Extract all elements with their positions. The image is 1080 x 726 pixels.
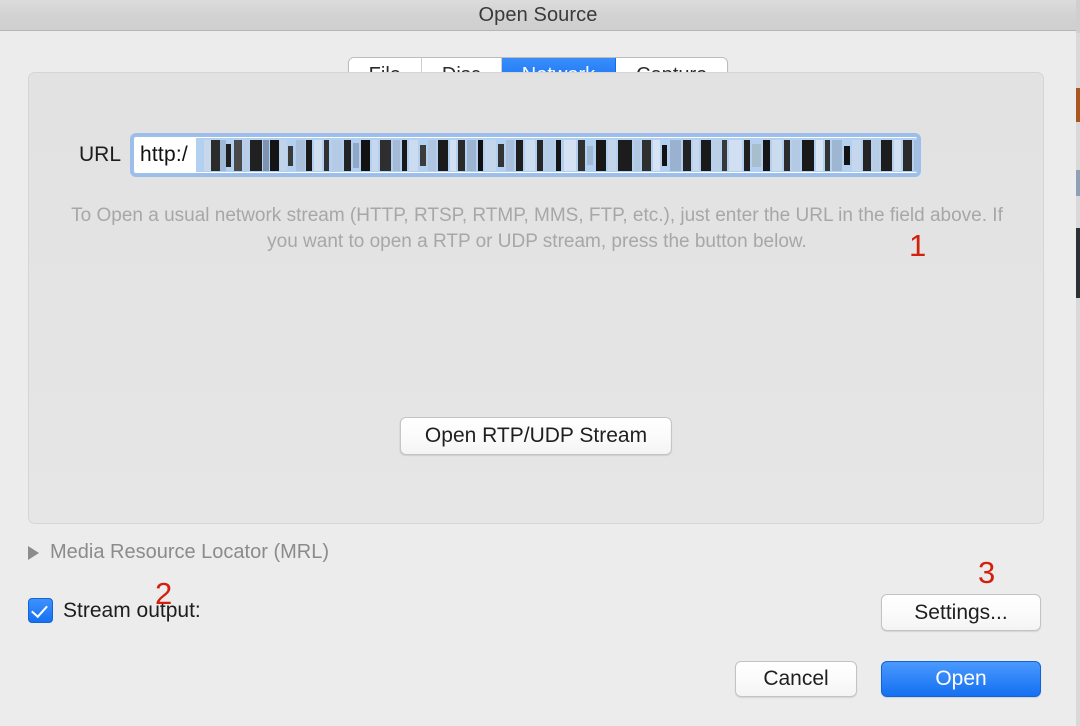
background-segment-orange xyxy=(1076,88,1080,122)
checkmark-icon xyxy=(31,600,48,619)
mrl-disclosure-row[interactable]: Media Resource Locator (MRL) xyxy=(28,541,329,564)
cancel-button[interactable]: Cancel xyxy=(735,661,857,697)
url-text-prefix: http:/ xyxy=(140,143,188,166)
dialog-titlebar[interactable]: Open Source xyxy=(0,0,1076,31)
background-segment-titlebar xyxy=(1076,0,1080,33)
stream-output-checkbox[interactable] xyxy=(28,598,53,623)
stream-output-label: Stream output: xyxy=(63,598,201,622)
url-label: URL xyxy=(78,143,121,166)
settings-button[interactable]: Settings... xyxy=(881,594,1041,631)
open-button[interactable]: Open xyxy=(881,661,1041,697)
open-rtp-udp-stream-button[interactable]: Open RTP/UDP Stream xyxy=(399,417,673,455)
mrl-label: Media Resource Locator (MRL) xyxy=(50,541,329,563)
annotation-marker-3: 3 xyxy=(978,555,996,590)
background-segment-dark xyxy=(1076,228,1080,298)
network-panel: URL http:/ To Open a usual network strea… xyxy=(28,72,1044,524)
url-input[interactable]: http:/ xyxy=(133,136,918,174)
triangle-right-icon[interactable] xyxy=(28,545,39,560)
dialog-title: Open Source xyxy=(478,3,598,26)
background-window-sliver xyxy=(1076,0,1080,726)
annotation-marker-1: 1 xyxy=(909,228,927,263)
network-help-text: To Open a usual network stream (HTTP, RT… xyxy=(71,205,1003,252)
open-source-dialog: Open Source File Disc Network Capture UR… xyxy=(0,0,1076,726)
url-row: URL http:/ xyxy=(29,136,1043,174)
url-redacted-overlay xyxy=(204,140,917,171)
background-segment-blue xyxy=(1076,170,1080,196)
annotation-marker-2: 2 xyxy=(155,576,173,611)
stream-output-row[interactable]: Stream output: xyxy=(28,598,201,623)
